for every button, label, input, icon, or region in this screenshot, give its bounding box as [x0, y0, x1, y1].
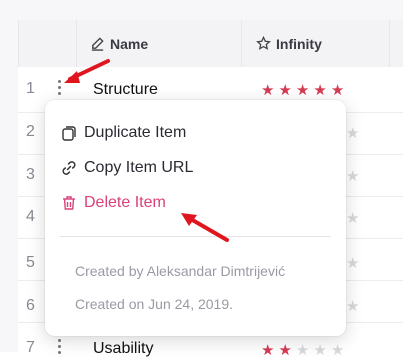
star-icon[interactable]: ★ — [331, 343, 344, 358]
link-icon — [62, 161, 76, 175]
star-rating[interactable]: ★ ★ ★ ★ ★ — [261, 343, 344, 358]
star-icon[interactable]: ★ — [346, 256, 359, 271]
star-icon[interactable]: ★ — [278, 343, 291, 358]
star-icon[interactable]: ★ — [313, 83, 326, 98]
row-number: 5 — [26, 254, 35, 271]
star-icon[interactable]: ★ — [313, 343, 326, 358]
copy-item-url-label: Copy Item URL — [84, 159, 194, 176]
pencil-icon — [91, 37, 104, 51]
row-number: 1 — [26, 80, 35, 97]
row-number: 2 — [26, 123, 35, 140]
star-icon[interactable]: ★ — [346, 126, 359, 141]
star-icon[interactable]: ★ — [346, 211, 359, 226]
trash-icon — [63, 196, 75, 210]
table-cell-name[interactable]: Usability — [93, 340, 153, 358]
star-rating[interactable]: ★ — [346, 299, 359, 314]
star-icon[interactable]: ★ — [346, 169, 359, 184]
column-header-infinity[interactable]: Infinity — [256, 20, 322, 67]
star-icon[interactable]: ★ — [261, 343, 274, 358]
star-rating[interactable]: ★ — [346, 211, 359, 226]
star-icon[interactable]: ★ — [296, 343, 309, 358]
row-number: 7 — [26, 339, 35, 356]
created-on-text: Created on Jun 24, 2019. — [75, 296, 234, 312]
star-rating[interactable]: ★ — [346, 126, 359, 141]
star-rating[interactable]: ★ — [346, 169, 359, 184]
star-icon[interactable]: ★ — [296, 83, 309, 98]
row-number: 3 — [26, 166, 35, 183]
star-icon[interactable]: ★ — [331, 83, 344, 98]
star-outline-icon — [256, 36, 271, 50]
column-header-infinity-label: Infinity — [276, 35, 322, 52]
star-rating[interactable]: ★ ★ ★ ★ ★ — [261, 83, 344, 98]
delete-item-label: Delete Item — [84, 194, 166, 211]
annotation-arrow — [64, 59, 110, 83]
row-number: 6 — [26, 297, 35, 314]
duplicate-item-label: Duplicate Item — [84, 124, 187, 141]
annotation-arrow — [181, 213, 229, 242]
created-by-text: Created by Aleksandar Dimtrijević — [75, 263, 286, 279]
star-icon[interactable]: ★ — [346, 299, 359, 314]
duplicate-icon — [62, 126, 76, 141]
star-icon[interactable]: ★ — [261, 83, 274, 98]
delete-item-menu-item[interactable]: Delete Item — [60, 194, 166, 212]
row-number: 4 — [26, 208, 35, 225]
duplicate-item-menu-item[interactable]: Duplicate Item — [60, 124, 186, 142]
star-icon[interactable]: ★ — [278, 83, 291, 98]
star-rating[interactable]: ★ — [346, 256, 359, 271]
column-header-name-label: Name — [110, 35, 149, 52]
copy-item-url-menu-item[interactable]: Copy Item URL — [60, 159, 193, 177]
